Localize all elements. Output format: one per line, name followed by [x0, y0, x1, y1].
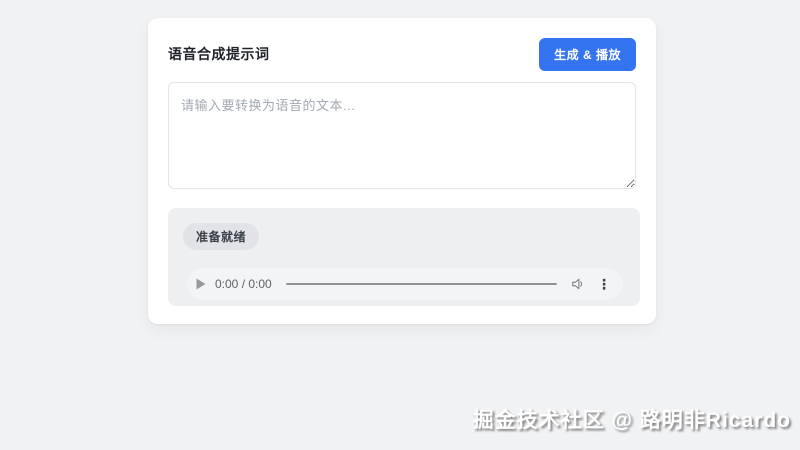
tts-text-input[interactable]	[168, 82, 636, 189]
audio-time: 0:00 / 0:00	[215, 277, 272, 291]
generate-play-button[interactable]: 生成 & 播放	[539, 37, 636, 71]
result-panel: 准备就绪 0:00 / 0:00 ⋮	[168, 208, 640, 306]
tts-card: 语音合成提示词 生成 & 播放 准备就绪 0:00 / 0:00 ⋮	[148, 18, 656, 324]
card-header: 语音合成提示词 生成 & 播放	[168, 37, 636, 71]
audio-more-options-icon[interactable]: ⋮	[597, 277, 611, 291]
play-icon[interactable]	[196, 278, 206, 290]
page-title: 语音合成提示词	[168, 46, 270, 62]
status-badge: 准备就绪	[183, 223, 260, 250]
audio-progress-bar[interactable]	[285, 283, 557, 285]
volume-icon[interactable]	[571, 277, 585, 291]
app-background: { "window": { "background_color": "#f1f2…	[0, 0, 800, 450]
audio-player[interactable]: 0:00 / 0:00 ⋮	[187, 268, 623, 300]
watermark: 掘金技术社区 @ 路明非Ricardo	[472, 409, 791, 432]
